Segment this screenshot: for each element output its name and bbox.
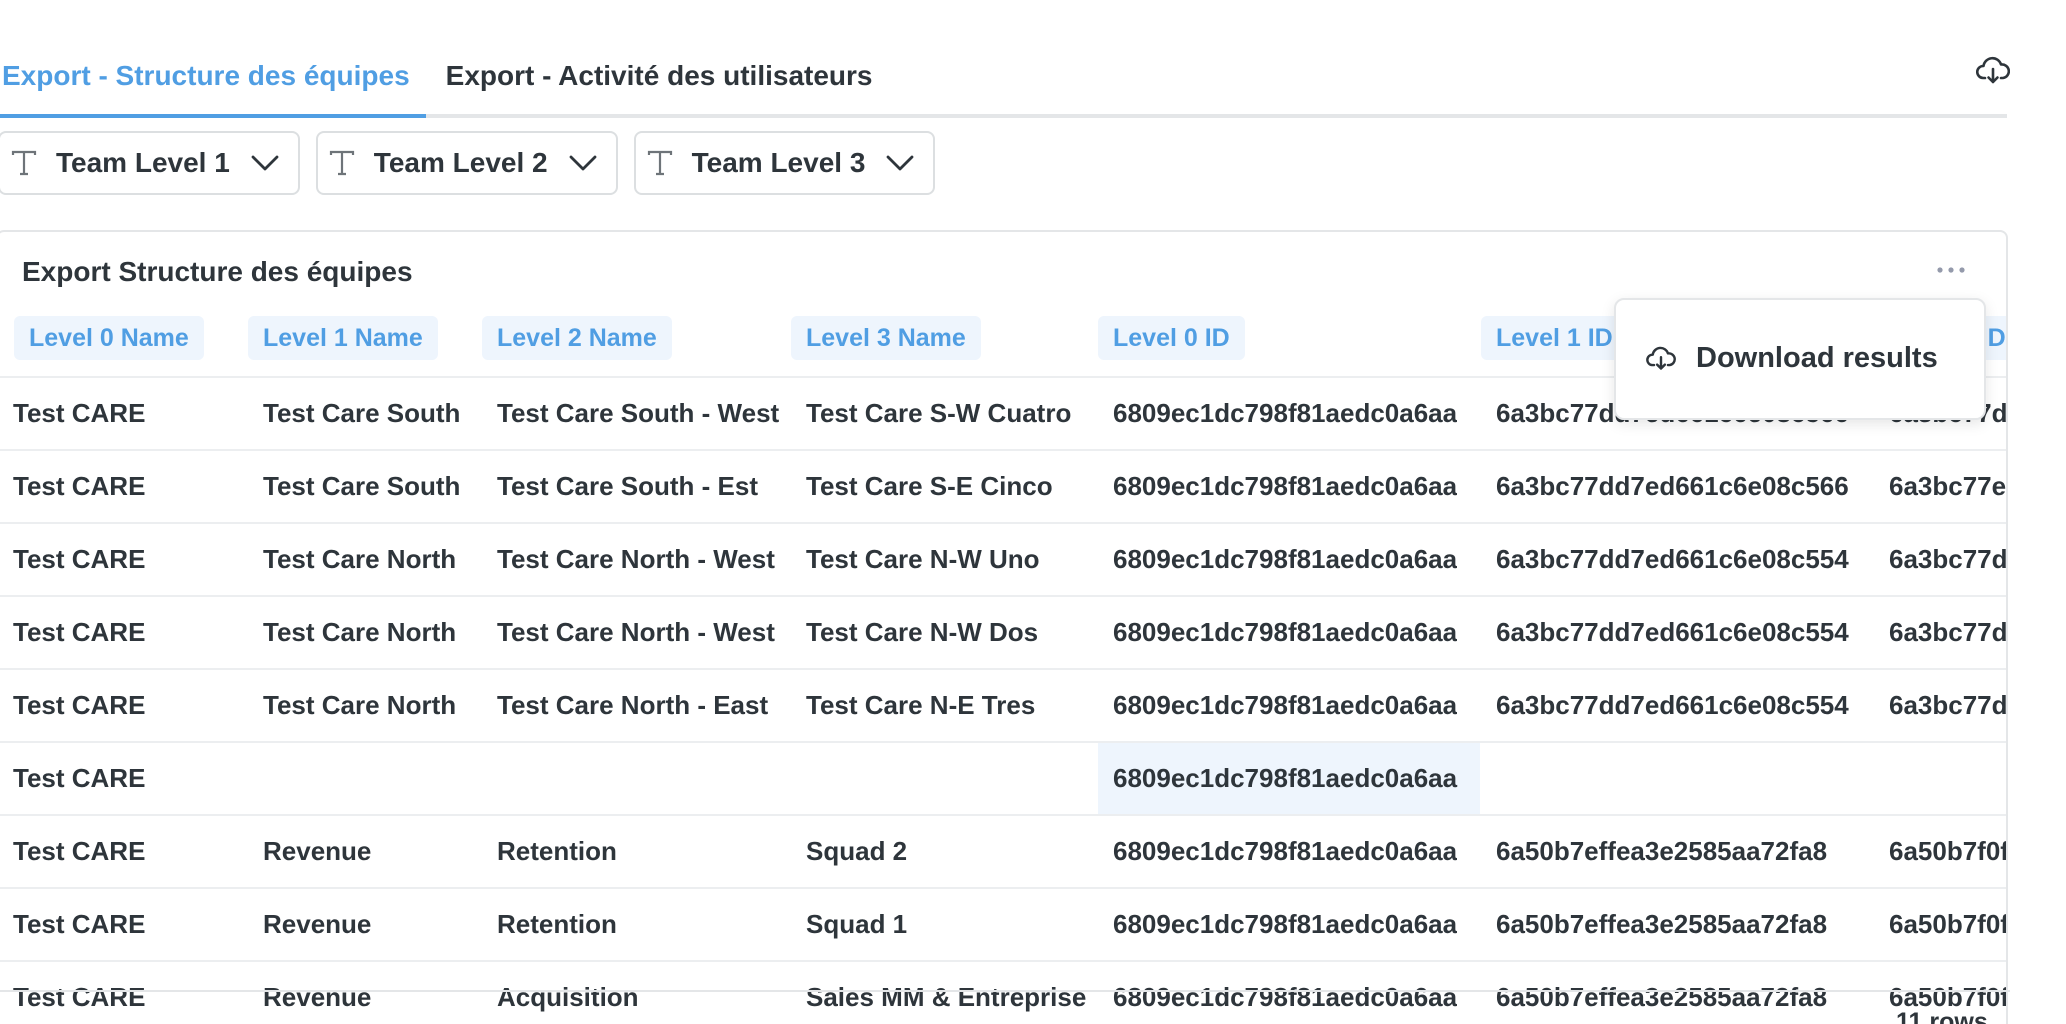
table-cell[interactable]: 6809ec1dc798f81aedc0a6aa [1113, 524, 1457, 595]
table-row[interactable]: Test CARE Revenue Retention Squad 1 6809ec1d… [0, 887, 2006, 960]
text-type-icon [647, 150, 672, 176]
chevron-down-icon [886, 155, 914, 171]
table-cell[interactable]: 6a3bc77dd7ed661c6e08c554 [1496, 597, 1849, 668]
table-cell[interactable]: Test Care N-W Dos [806, 597, 1038, 668]
filter-label: Team Level 3 [691, 147, 866, 178]
text-type-icon [11, 150, 37, 176]
table-cell[interactable]: 6809ec1dc798f81aedc0a6aa [1113, 962, 1457, 1024]
table-cell[interactable]: Test CARE [13, 962, 145, 1024]
download-cloud-icon[interactable] [1976, 56, 2010, 86]
column-header[interactable]: Level 0 Name [14, 316, 204, 360]
table-cell[interactable]: Test Care N-W Uno [806, 524, 1040, 595]
column-header[interactable]: Level 3 Name [791, 316, 981, 360]
table-cell[interactable]: 6a50b7effea3e2585aa72fa8 [1496, 816, 1827, 887]
table-cell[interactable]: Sales MM & Entreprise [806, 962, 1086, 1024]
table-cell[interactable]: 6a3bc77dd7ed661c6e08c554 [1496, 670, 1849, 741]
table-cell[interactable]: 6809ec1dc798f81aedc0a6aa [1113, 597, 1457, 668]
table-cell[interactable]: Test CARE [13, 524, 145, 595]
table-cell[interactable]: Test CARE [13, 816, 145, 887]
table-row[interactable]: Test CARE Test Care North Test Care North … [0, 668, 2006, 741]
table-cell[interactable]: Test CARE [13, 670, 145, 741]
table-row[interactable]: Test CARE Test Care North Test Care North … [0, 522, 2006, 595]
filter-team-level-2[interactable]: Team Level 2 [315, 131, 618, 195]
table-cell[interactable]: Test Care S-W Cuatro [806, 378, 1071, 449]
row-count: 11 rows [1896, 1008, 1988, 1024]
table-cell[interactable]: 6809ec1dc798f81aedc0a6aa [1113, 816, 1457, 887]
table-cell[interactable]: 6a50b7effea3e2585aa72fa8 [1496, 962, 1827, 1024]
table-cell[interactable]: Revenue [263, 816, 371, 887]
table-cell[interactable]: 6a50b7f0fea [1889, 816, 2006, 887]
table-cell[interactable]: Test Care North [263, 597, 456, 668]
table-cell[interactable]: Test CARE [13, 597, 145, 668]
table-footer-divider [0, 990, 2010, 992]
table-cell[interactable]: Revenue [263, 962, 371, 1024]
more-options-icon[interactable] [1936, 264, 1966, 276]
filter-label: Team Level 1 [56, 147, 230, 178]
table-cell[interactable]: 6809ec1dc798f81aedc0a6aa [1113, 451, 1457, 522]
table-row[interactable]: Test CARE Test Care North Test Care North … [0, 595, 2006, 668]
card-actions-menu: Download results [1614, 298, 1986, 420]
column-header[interactable]: Level 1 ID [1481, 316, 1628, 360]
table-cell[interactable]: Squad 2 [806, 816, 907, 887]
table-cell[interactable]: Test Care South [263, 451, 460, 522]
table-cell[interactable]: Test Care North [263, 670, 456, 741]
table-cell[interactable]: 6a50b7f0fea [1889, 889, 2006, 960]
table-cell[interactable]: 6809ec1dc798f81aedc0a6aa [1098, 743, 1480, 814]
table-cell[interactable]: Retention [497, 816, 617, 887]
table-row[interactable]: Test CARE Test Care South Test Care South … [0, 449, 2006, 522]
table-row[interactable]: Test CARE 6809ec1dc798f81aedc0a6aa [0, 741, 2006, 814]
table-cell[interactable]: Test CARE [13, 378, 145, 449]
filter-team-level-3[interactable]: Team Level 3 [633, 131, 936, 195]
download-results-button[interactable]: Download results [1646, 342, 1938, 375]
table-cell[interactable]: Test Care N-E Tres [806, 670, 1035, 741]
dashboard-tabs: Export - Structure des équipes Export - … [0, 52, 2007, 118]
table-cell[interactable]: Test Care S-E Cinco [806, 451, 1053, 522]
text-type-icon [329, 150, 354, 176]
table-cell[interactable]: Squad 1 [806, 889, 907, 960]
table-cell[interactable]: Revenue [263, 889, 371, 960]
table-row[interactable]: Test CARE Revenue Retention Squad 2 6809ec1d… [0, 814, 2006, 887]
table-cell[interactable]: Acquisition [497, 962, 639, 1024]
table-cell[interactable]: Test Care South [263, 378, 460, 449]
table-cell[interactable]: Test Care North [263, 524, 456, 595]
table-cell[interactable]: Test Care North - East [497, 670, 768, 741]
table-cell[interactable]: Test Care South - West [497, 378, 779, 449]
filter-bar: Team Level 1 Team Level 2 Team Level 3 [0, 131, 936, 195]
column-header[interactable]: Level 0 ID [1098, 316, 1245, 360]
dashboard-page: Export - Structure des équipes Export - … [0, 0, 2066, 1024]
column-header[interactable]: Level 1 Name [248, 316, 438, 360]
filter-team-level-1[interactable]: Team Level 1 [0, 131, 300, 195]
table-cell[interactable]: Test CARE [13, 451, 145, 522]
table-cell[interactable]: 6809ec1dc798f81aedc0a6aa [1113, 378, 1457, 449]
tab-activite-utilisateurs[interactable]: Export - Activité des utilisateurs [446, 52, 873, 118]
card-title: Export Structure des équipes [22, 256, 413, 287]
download-results-label: Download results [1696, 342, 1938, 374]
table-cell[interactable]: Test CARE [13, 743, 145, 814]
table-cell[interactable]: 6a3bc77dd7e [1889, 670, 2006, 741]
table-cell[interactable]: 6a3bc77ed7e [1889, 451, 2006, 522]
table-cell[interactable]: Test Care North - West [497, 597, 775, 668]
download-cloud-icon [1646, 346, 1676, 370]
table-cell[interactable]: Retention [497, 889, 617, 960]
filter-label: Team Level 2 [373, 147, 548, 178]
table-cell[interactable]: 6a3bc77dd7e [1889, 524, 2006, 595]
table-cell[interactable]: Test CARE [13, 889, 145, 960]
column-header[interactable]: Level 2 Name [482, 316, 672, 360]
table-body: Test CARE Test Care South Test Care South … [0, 376, 2006, 1024]
table-cell[interactable]: 6809ec1dc798f81aedc0a6aa [1113, 889, 1457, 960]
tab-structure-equipes[interactable]: Export - Structure des équipes [0, 52, 426, 118]
table-cell[interactable]: 6a3bc77dd7ed661c6e08c566 [1496, 451, 1849, 522]
chevron-down-icon [569, 155, 596, 171]
table-cell[interactable]: 6809ec1dc798f81aedc0a6aa [1113, 670, 1457, 741]
table-cell[interactable] [1889, 743, 2006, 814]
table-cell[interactable]: 6a50b7effea3e2585aa72fa8 [1496, 889, 1827, 960]
table-cell[interactable]: Test Care South - Est [497, 451, 758, 522]
table-cell[interactable]: 6a3bc77dd7ed661c6e08c554 [1496, 524, 1849, 595]
table-cell[interactable]: Test Care North - West [497, 524, 775, 595]
table-cell[interactable]: 6a3bc77dd7e [1889, 597, 2006, 668]
chevron-down-icon [251, 155, 279, 171]
table-row[interactable]: Test CARE Revenue Acquisition Sales MM & En… [0, 960, 2006, 1024]
